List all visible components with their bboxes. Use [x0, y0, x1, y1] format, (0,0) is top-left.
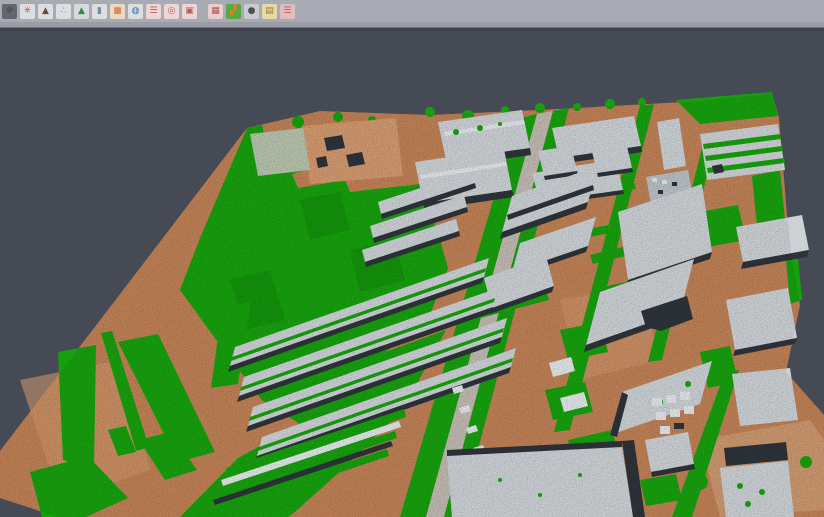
3d-viewport[interactable] — [0, 28, 824, 517]
settings-icon[interactable]: ◎ — [164, 4, 179, 19]
toolbar: ✥✳▲∴▲▮■◍☰◎▣▦▞●▤☰ — [0, 0, 824, 22]
grid-icon[interactable]: ▦ — [208, 4, 223, 19]
point-cloud-icon[interactable]: ∴ — [56, 4, 71, 19]
orthomosaic-icon[interactable]: ■ — [110, 4, 125, 19]
move-tool-icon[interactable]: ✥ — [2, 4, 17, 19]
region-select-icon[interactable]: ▣ — [182, 4, 197, 19]
globe-icon[interactable]: ◍ — [128, 4, 143, 19]
camera-icon[interactable]: ● — [244, 4, 259, 19]
application-window: ✥✳▲∴▲▮■◍☰◎▣▦▞●▤☰ — [0, 0, 824, 517]
align-points-icon[interactable]: ✳ — [20, 4, 35, 19]
viewport-top-shade — [0, 28, 824, 31]
class-list-icon[interactable]: ☰ — [146, 4, 161, 19]
profile-icon[interactable]: ▮ — [92, 4, 107, 19]
point-cloud-scene — [0, 28, 824, 517]
dem-icon[interactable]: ▲ — [74, 4, 89, 19]
export-map-icon[interactable]: ▤ — [262, 4, 277, 19]
measure-icon[interactable]: ☰ — [280, 4, 295, 19]
terrain-model-icon[interactable]: ▲ — [38, 4, 53, 19]
classified-map-icon[interactable]: ▞ — [226, 4, 241, 19]
